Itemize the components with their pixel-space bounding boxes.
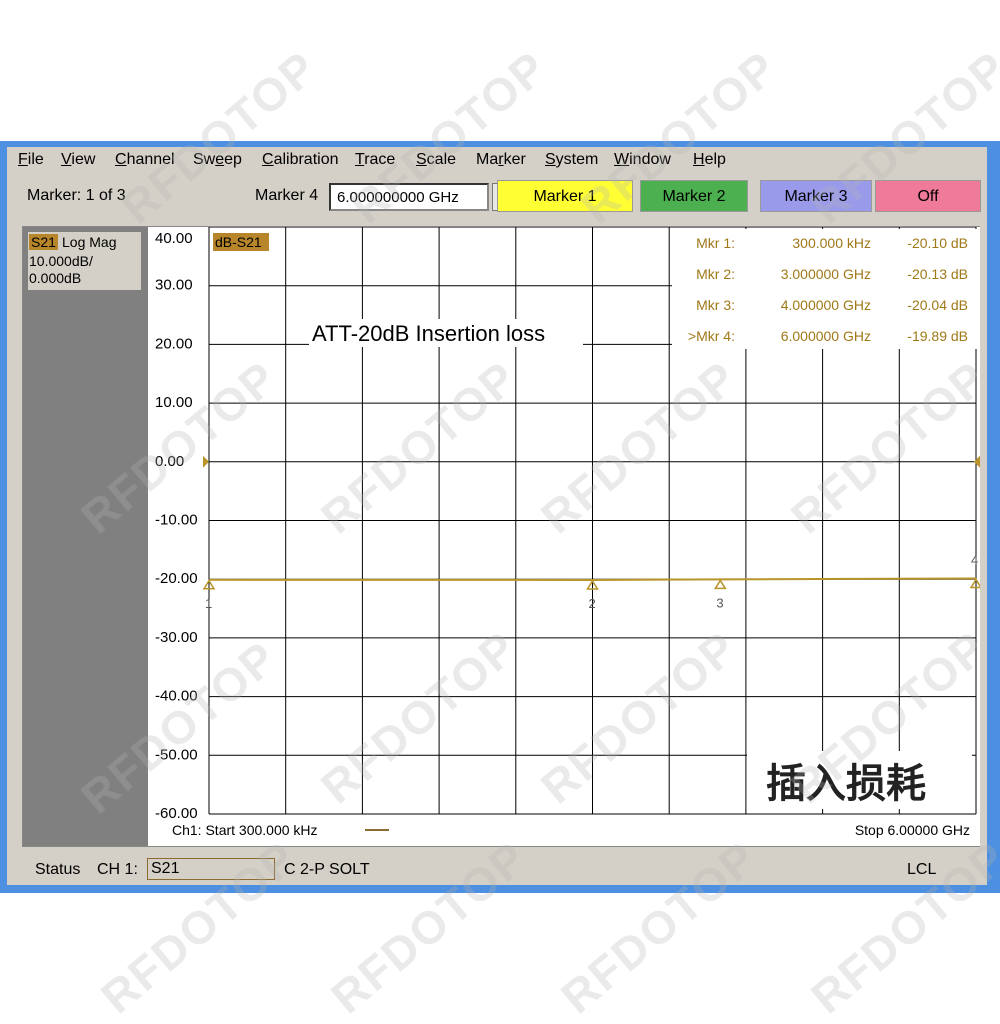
y-tick-label: -10.00: [155, 512, 198, 529]
marker-table-name: Mkr 1:: [696, 235, 735, 251]
marker-3-triangle: [713, 579, 727, 590]
annotation-text: ATT-20dB Insertion loss: [312, 321, 545, 346]
y-tick-label: -50.00: [155, 746, 198, 763]
s21-chart: 40.00 30.00 20.00 10.00 0.00 -10.00 -20.00 -30.…: [155, 226, 983, 838]
start-frequency-label: Ch1: Start 300.000 kHz: [172, 822, 318, 838]
menu-file[interactable]: File: [18, 151, 44, 169]
lcl-indicator: LCL: [907, 861, 937, 878]
menu-channel[interactable]: Channel: [115, 151, 175, 169]
marker-table-frequency: 3.000000 GHz: [781, 266, 871, 282]
marker-count-label: Marker: 1 of 3: [27, 187, 126, 204]
reference-level-arrow-right: [974, 455, 980, 468]
calibration-status: C 2-P SOLT: [284, 861, 370, 878]
marker-table-frequency: 4.000000 GHz: [781, 297, 871, 313]
marker-table-value: -20.13 dB: [907, 266, 968, 282]
y-tick-label: 20.00: [155, 335, 193, 352]
trace-panel: S21 Log Mag 10.000dB/ 0.000dB: [23, 227, 148, 846]
trace-scale: 10.000dB/: [29, 253, 93, 269]
menu-view[interactable]: View: [61, 151, 95, 169]
menu-trace[interactable]: Trace: [355, 151, 395, 169]
y-tick-label: 0.00: [155, 453, 184, 470]
y-tick-label: -60.00: [155, 805, 198, 822]
marker-table-value: -19.89 dB: [907, 328, 968, 344]
active-marker-label: Marker 4: [255, 187, 319, 204]
marker-frequency-input[interactable]: 6.000000000 GHz: [329, 183, 489, 211]
marker-table-frequency: 6.000000 GHz: [781, 328, 871, 344]
y-tick-label: 40.00: [155, 230, 193, 247]
y-tick-label: -20.00: [155, 570, 198, 587]
menu-system[interactable]: System: [545, 151, 598, 169]
trace-reference: 0.000dB: [29, 270, 82, 286]
menu-help[interactable]: Help: [693, 151, 726, 169]
menu-marker[interactable]: Marker: [476, 151, 526, 169]
reference-level-arrow-left: [203, 455, 209, 468]
marker-2-label: 2: [588, 596, 595, 611]
y-tick-label: 10.00: [155, 394, 193, 411]
trace-param: S21: [29, 234, 58, 250]
marker-1-button[interactable]: Marker 1: [497, 180, 633, 212]
status-label: Status: [35, 861, 81, 878]
y-tick-label: -40.00: [155, 688, 198, 705]
measurement-area: S21 Log Mag 10.000dB/ 0.000dB 40.00 30.00…: [22, 226, 983, 847]
trace-format: Log Mag: [62, 234, 117, 250]
menu-scale[interactable]: Scale: [416, 151, 456, 169]
trace-label: dB-S21: [215, 234, 262, 250]
off-button[interactable]: Off: [875, 180, 981, 212]
stop-frequency-label: Stop 6.00000 GHz: [855, 822, 970, 838]
marker-1-label: 1: [205, 596, 212, 611]
marker-table-value: -20.10 dB: [907, 235, 968, 251]
status-parameter-field[interactable]: S21: [147, 858, 275, 880]
chinese-label: 插入损耗: [766, 761, 926, 807]
marker-table-name: >Mkr 4:: [688, 328, 735, 344]
y-tick-label: 30.00: [155, 277, 193, 294]
marker-table-name: Mkr 3:: [696, 297, 735, 313]
marker-4-label: 4: [971, 553, 978, 568]
status-bar: Status CH 1: S21 C 2-P SOLT LCL: [7, 855, 987, 883]
marker-toolbar: Marker: 1 of 3 Marker 4 6.000000000 GHz …: [7, 175, 987, 219]
marker-table-value: -20.04 dB: [907, 297, 968, 313]
menu-window[interactable]: Window: [614, 151, 671, 169]
menu-sweep[interactable]: Sweep: [193, 151, 242, 169]
menu-calibration[interactable]: Calibration: [262, 151, 339, 169]
y-tick-label: -30.00: [155, 629, 198, 646]
vna-window: File View Channel Sweep Calibration Trace Scal…: [0, 141, 1000, 893]
channel-label: CH 1:: [97, 861, 138, 878]
menu-bar: File View Channel Sweep Calibration Trace Scal…: [7, 147, 987, 173]
marker-table-name: Mkr 2:: [696, 266, 735, 282]
trace-info-box[interactable]: S21 Log Mag 10.000dB/ 0.000dB: [28, 232, 141, 290]
marker-3-label: 3: [716, 595, 723, 610]
plot-area: 40.00 30.00 20.00 10.00 0.00 -10.00 -20.00 -30.…: [152, 226, 983, 846]
marker-table-frequency: 300.000 kHz: [792, 235, 871, 251]
marker-2-button[interactable]: Marker 2: [640, 180, 748, 212]
window-client: File View Channel Sweep Calibration Trace Scal…: [7, 147, 987, 885]
marker-3-button[interactable]: Marker 3: [760, 180, 872, 212]
